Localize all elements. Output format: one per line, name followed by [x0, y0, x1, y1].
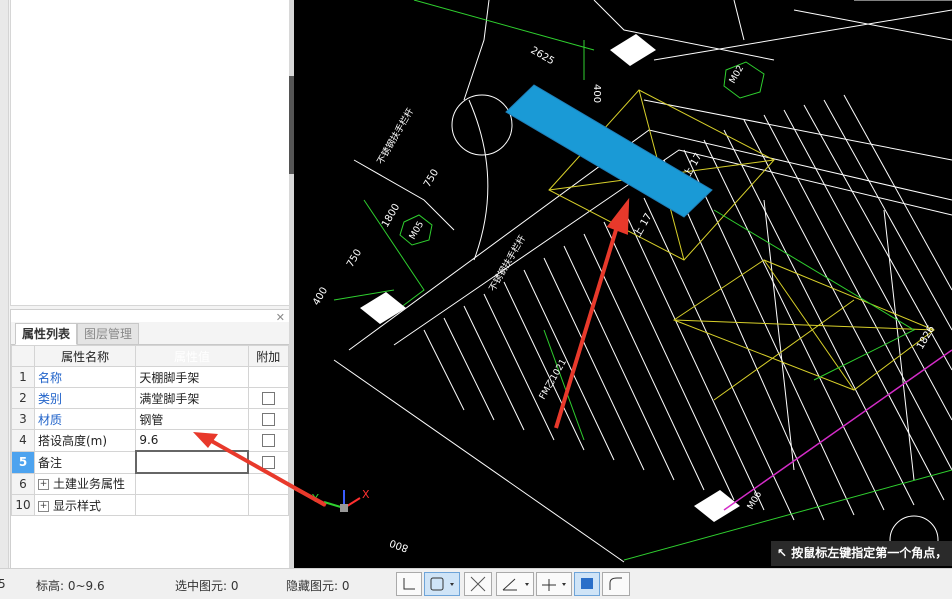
- cross-icon: [470, 576, 486, 592]
- ortho-icon: [403, 578, 415, 590]
- table-header-row: 属性名称 属性值 附加: [11, 345, 290, 367]
- arc-icon: [609, 577, 622, 590]
- header-extra: 附加: [247, 345, 290, 367]
- row-index: 1: [11, 366, 35, 388]
- extra-checkbox[interactable]: [261, 392, 275, 405]
- cross-select-button[interactable]: [464, 572, 492, 596]
- display-button[interactable]: [574, 572, 600, 596]
- hint-icon: ↖: [777, 546, 792, 560]
- offset-icon: [542, 579, 566, 591]
- row-index: 5: [11, 450, 35, 474]
- dimension-texts: 2625 400 750 1800 750 400 800 1826 M02 M…: [311, 45, 937, 553]
- property-group[interactable]: + 土建业务属性: [33, 472, 137, 495]
- offset-dropdown-button[interactable]: [536, 572, 572, 596]
- table-row[interactable]: 3 材质 钢管: [11, 408, 290, 430]
- property-name: 备注: [33, 450, 137, 474]
- navigation-area: [10, 0, 290, 306]
- cad-canvas[interactable]: 2625 400 750 1800 750 400 800 1826 M02 M…: [294, 0, 952, 568]
- extra-cell: [247, 408, 290, 430]
- property-value[interactable]: 天棚脚手架: [135, 366, 249, 388]
- status-left-fragment: 5: [0, 577, 6, 591]
- dim-text: 1800: [380, 202, 402, 230]
- snap-dropdown-button[interactable]: [424, 572, 460, 596]
- hint-text: 按鼠标左键指定第一个角点，: [791, 546, 948, 560]
- tab-property-list[interactable]: 属性列表: [15, 323, 78, 345]
- svg-text:X: X: [362, 488, 370, 501]
- row-index: 6: [11, 472, 35, 495]
- arrow-left-overlay: [193, 432, 326, 507]
- row-index: 3: [11, 408, 35, 430]
- angle-dropdown-button[interactable]: [496, 572, 534, 596]
- table-row[interactable]: 2 类别 满堂脚手架: [11, 387, 290, 409]
- property-name: 搭设高度(m): [33, 429, 137, 452]
- row-index: 2: [11, 387, 35, 409]
- extra-cell: [247, 387, 290, 409]
- dim-text: 400: [591, 84, 602, 103]
- extra-cell: [247, 366, 290, 388]
- ortho-button[interactable]: [396, 572, 422, 596]
- dim-text: 2625: [529, 45, 557, 67]
- property-value[interactable]: 钢管: [135, 408, 249, 430]
- property-value[interactable]: 满堂脚手架: [135, 387, 249, 409]
- header-property-name: 属性名称: [33, 345, 137, 367]
- door-tag: M05: [408, 220, 426, 242]
- property-group-label: 土建业务属性: [52, 477, 125, 492]
- arc-button[interactable]: [602, 572, 630, 596]
- property-name: 材质: [33, 408, 137, 430]
- property-group-label: 显示样式: [52, 498, 101, 513]
- tab-layer-management[interactable]: 图层管理: [77, 323, 140, 345]
- status-bar: 5 标高: 0~9.6 选中图元: 0 隐藏图元: 0: [0, 568, 952, 599]
- command-hint: ↖ 按鼠标左键指定第一个角点，: [771, 541, 952, 566]
- status-hidden: 隐藏图元: 0: [286, 579, 350, 593]
- arrow-left-line: [207, 437, 326, 507]
- property-group[interactable]: + 显示样式: [33, 494, 137, 516]
- status-selected: 选中图元: 0: [175, 579, 239, 593]
- expand-icon[interactable]: +: [37, 500, 49, 512]
- dimension-lines: [333, 0, 952, 561]
- header-property-value: 属性值: [135, 345, 249, 367]
- dim-text: 800: [388, 537, 410, 554]
- cad-label: 不锈钢扶手栏杆: [486, 233, 528, 294]
- property-name: 名称: [33, 366, 137, 388]
- arrow-up-head: [606, 197, 630, 235]
- arrow-left-head: [193, 432, 218, 448]
- cad-label: 上 17: [631, 211, 654, 239]
- dim-text: 750: [345, 247, 364, 269]
- table-row[interactable]: 1 名称 天棚脚手架: [11, 366, 290, 388]
- row-index: 10: [11, 494, 35, 516]
- annotation-arrows: [294, 197, 630, 507]
- wall-lines: [333, 0, 952, 565]
- extra-checkbox[interactable]: [261, 413, 275, 426]
- cad-label: 不锈钢扶手栏杆: [374, 106, 416, 167]
- status-elevation: 标高: 0~9.6: [36, 579, 105, 593]
- properties-tabs: 属性列表 图层管理: [11, 322, 289, 345]
- cad-drawing: 2625 400 750 1800 750 400 800 1826 M02 M…: [294, 0, 952, 565]
- snap-icon: [430, 577, 454, 591]
- magenta-line: [723, 349, 952, 511]
- property-name: 类别: [33, 387, 137, 409]
- row-index: 4: [11, 429, 35, 452]
- angle-icon: [502, 578, 529, 591]
- hatch-lines: [423, 94, 952, 521]
- dim-text: 400: [311, 285, 330, 307]
- dim-text: 750: [422, 167, 441, 189]
- expand-icon[interactable]: +: [37, 479, 49, 491]
- display-icon: [581, 578, 593, 589]
- header-index: [11, 345, 35, 367]
- door-tag: M02: [728, 64, 746, 86]
- left-edge-bar: [0, 0, 9, 568]
